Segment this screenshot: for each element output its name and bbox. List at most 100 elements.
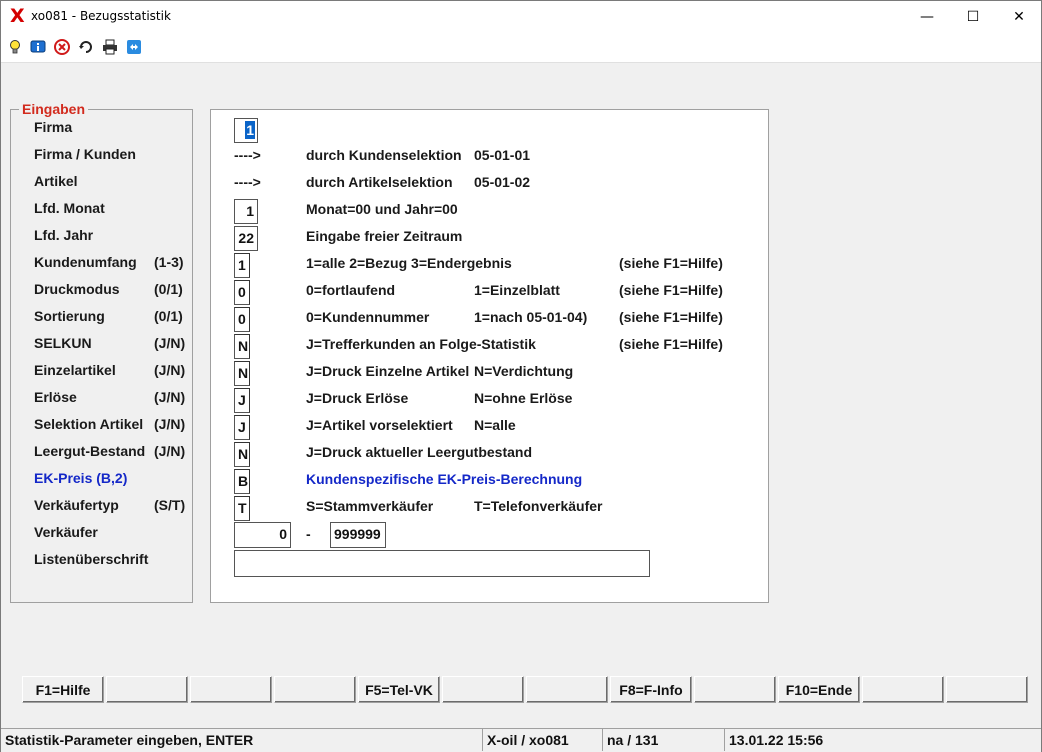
desc-kundenselektion: durch Kundenselektion <box>306 147 462 163</box>
label-erloese: Erlöse <box>34 389 77 405</box>
f10-ende-button[interactable]: F10=Ende <box>778 676 860 703</box>
monat-field[interactable]: 1 <box>234 199 258 224</box>
f7-button[interactable] <box>526 676 608 703</box>
refresh-icon[interactable] <box>78 39 94 55</box>
firma-value: 1 <box>245 121 255 139</box>
label-verkaeufer: Verkäufer <box>34 524 98 540</box>
sortierung-field[interactable]: 0 <box>234 307 250 332</box>
druckmodus-field[interactable]: 0 <box>234 280 250 305</box>
erloese-field[interactable]: J <box>234 388 250 413</box>
verkaeufer-bis-field[interactable]: 999999 <box>330 522 386 548</box>
label-druckmodus: Druckmodus <box>34 281 120 297</box>
f3-button[interactable] <box>190 676 272 703</box>
label-lfd-monat: Lfd. Monat <box>34 200 105 216</box>
maximize-button[interactable]: ☐ <box>950 1 996 32</box>
status-program: X-oil / xo081 <box>482 729 601 751</box>
f6-button[interactable] <box>442 676 524 703</box>
f4-button[interactable] <box>274 676 356 703</box>
status-datetime: 13.01.22 15:56 <box>724 729 1040 751</box>
desc-erloese: J=Druck Erlöse <box>306 390 409 406</box>
toolbar <box>1 32 1041 63</box>
f2-button[interactable] <box>106 676 188 703</box>
printer-icon[interactable] <box>102 39 118 55</box>
listenueberschrift-field[interactable] <box>234 550 650 577</box>
range-sortierung: (0/1) <box>154 308 183 324</box>
f5-tel-vk-button[interactable]: F5=Tel-VK <box>358 676 440 703</box>
info-icon[interactable] <box>30 39 46 55</box>
desc-leergut: J=Druck aktueller Leergutbestand <box>306 444 533 460</box>
code-kundenselektion: 05-01-01 <box>474 147 531 163</box>
f11-button[interactable] <box>862 676 944 703</box>
desc2-erloese: N=ohne Erlöse <box>474 390 573 406</box>
label-kundenumfang: Kundenumfang <box>34 254 137 270</box>
arrow-firma-kunden: ----> <box>234 147 261 163</box>
desc-verkaeufertyp: S=Stammverkäufer <box>306 498 434 514</box>
label-lfd-jahr: Lfd. Jahr <box>34 227 94 243</box>
range-leergut-bestand: (J/N) <box>154 443 186 459</box>
desc2-verkaeufertyp: T=Telefonverkäufer <box>474 498 603 514</box>
selkun-field[interactable]: N <box>234 334 250 359</box>
desc2-einzelartikel: N=Verdichtung <box>474 363 574 379</box>
label-selektion-artikel: Selektion Artikel <box>34 416 144 432</box>
verkaeufer-von-field[interactable]: 0 <box>234 522 291 548</box>
range-erloese: (J/N) <box>154 389 186 405</box>
lightbulb-icon[interactable] <box>7 39 23 55</box>
desc-einzelartikel: J=Druck Einzelne Artikel <box>306 363 470 379</box>
label-verkaeufertyp: Verkäufertyp <box>34 497 119 513</box>
jahr-field[interactable]: 22 <box>234 226 258 251</box>
f9-button[interactable] <box>694 676 776 703</box>
code-artikelselektion: 05-01-02 <box>474 174 531 190</box>
desc2-sortierung: 1=nach 05-01-04) <box>474 309 588 325</box>
desc-jahr: Eingabe freier Zeitraum <box>306 228 463 244</box>
label-selkun: SELKUN <box>34 335 92 351</box>
desc-selektion-artikel: J=Artikel vorselektiert <box>306 417 453 433</box>
help-kundenumfang: (siehe F1=Hilfe) <box>619 255 723 271</box>
f8-f-info-button[interactable]: F8=F-Info <box>610 676 692 703</box>
range-druckmodus: (0/1) <box>154 281 183 297</box>
help-sortierung: (siehe F1=Hilfe) <box>619 309 723 325</box>
close-button[interactable]: ✕ <box>996 1 1042 32</box>
f1-help-button[interactable]: F1=Hilfe <box>22 676 104 703</box>
verkaeufertyp-field[interactable]: T <box>234 496 250 521</box>
desc-druckmodus: 0=fortlaufend <box>306 282 396 298</box>
stop-icon[interactable] <box>54 39 70 55</box>
app-x-icon: X <box>10 5 25 27</box>
status-user: na / 131 <box>602 729 723 751</box>
range-selektion-artikel: (J/N) <box>154 416 186 432</box>
label-listenueberschrift: Listenüberschrift <box>34 551 149 567</box>
label-einzelartikel: Einzelartikel <box>34 362 116 378</box>
desc-artikelselektion: durch Artikelselektion <box>306 174 453 190</box>
desc-ek-preis: Kundenspezifische EK-Preis-Berechnung <box>306 471 583 487</box>
help-druckmodus: (siehe F1=Hilfe) <box>619 282 723 298</box>
label-leergut-bestand: Leergut-Bestand <box>34 443 146 459</box>
f12-button[interactable] <box>946 676 1028 703</box>
range-selkun: (J/N) <box>154 335 186 351</box>
label-firma: Firma <box>34 119 73 135</box>
remote-icon[interactable] <box>126 39 142 55</box>
group-legend: Eingaben <box>19 101 89 117</box>
desc2-druckmodus: 1=Einzelblatt <box>474 282 560 298</box>
leergut-field[interactable]: N <box>234 442 250 467</box>
ek-preis-field[interactable]: B <box>234 469 250 494</box>
label-artikel: Artikel <box>34 173 78 189</box>
verkaeufer-dash: - <box>306 526 311 542</box>
window-title: xo081 - Bezugsstatistik <box>31 9 171 23</box>
range-kundenumfang: (1-3) <box>154 254 184 270</box>
range-verkaeufertyp: (S/T) <box>154 497 186 513</box>
help-selkun: (siehe F1=Hilfe) <box>619 336 723 352</box>
label-sortierung: Sortierung <box>34 308 105 324</box>
status-message: Statistik-Parameter eingeben, ENTER <box>5 732 254 748</box>
desc2-selektion-artikel: N=alle <box>474 417 516 433</box>
selektion-artikel-field[interactable]: J <box>234 415 250 440</box>
kundenumfang-field[interactable]: 1 <box>234 253 250 278</box>
label-ek-preis: EK-Preis (B,2) <box>34 470 128 486</box>
firma-field[interactable]: 1 <box>234 118 258 143</box>
desc-monat: Monat=00 und Jahr=00 <box>306 201 458 217</box>
minimize-button[interactable]: — <box>904 1 950 32</box>
arrow-artikel: ----> <box>234 174 261 190</box>
desc-selkun: J=Trefferkunden an Folge-Statistik <box>306 336 536 352</box>
title-bar: X xo081 - Bezugsstatistik — ☐ ✕ <box>1 1 1041 32</box>
einzelartikel-field[interactable]: N <box>234 361 250 386</box>
desc-sortierung: 0=Kundennummer <box>306 309 430 325</box>
application-window: X xo081 - Bezugsstatistik — ☐ ✕ Eingaben… <box>0 0 1042 752</box>
